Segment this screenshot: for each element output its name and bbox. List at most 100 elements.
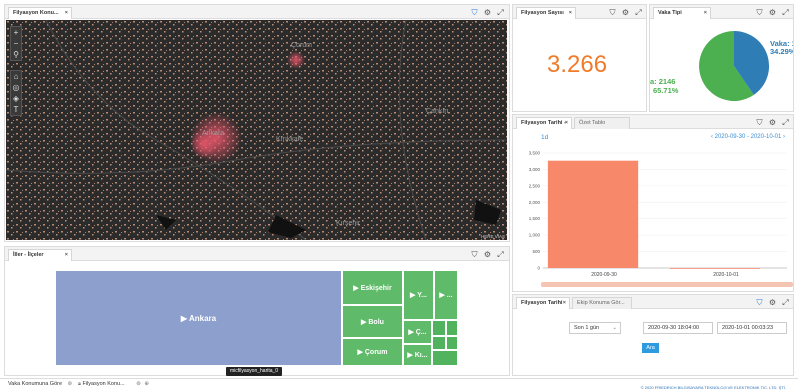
settings-icon[interactable]: ⊚: [68, 381, 73, 387]
copyright-text: © 2020 FRIEDRICH BILGISAYARA TEKNOLOJI V…: [640, 385, 786, 390]
expand-icon[interactable]: ⤢: [496, 8, 505, 17]
treemap-cell[interactable]: [433, 337, 445, 349]
map-filter-icon[interactable]: T: [11, 104, 21, 115]
tarih-tools: ⛉ ⚙ ⤢: [755, 117, 790, 127]
treemap-cell-bolu[interactable]: ▶ Bolu: [343, 306, 402, 337]
bar[interactable]: [547, 160, 639, 268]
filter-icon[interactable]: ⛉: [470, 8, 479, 17]
gear-icon[interactable]: ⚙: [483, 250, 492, 259]
expand-icon[interactable]: ⤢: [781, 118, 790, 127]
home-icon[interactable]: ⌂: [11, 71, 21, 82]
y-tick-label: 0: [537, 266, 540, 271]
treemap-cell[interactable]: [433, 321, 445, 335]
period-value: Son 1 gün: [574, 325, 600, 331]
tarih-tabbar: Filyasyon Tarihi - × Özet Tablo ⛉ ⚙ ⤢: [513, 115, 793, 129]
layers-icon[interactable]: ◈: [11, 93, 21, 104]
filter-icon[interactable]: ⛉: [755, 298, 764, 307]
tab-filyasyon-konum[interactable]: Filyasyon Konu... ×: [8, 7, 72, 19]
bottom-tab-filyasyon-konum[interactable]: 🔒︎ Filyasyon Konu... ⊚ ⊕: [78, 381, 149, 388]
locate-icon[interactable]: ◎: [11, 82, 21, 93]
treemap-cell[interactable]: ▶ Ç...: [404, 321, 431, 343]
granularity-label[interactable]: 1d: [541, 134, 548, 141]
map-tabbar: Filyasyon Konu... × ⛉ ⚙ ⤢: [5, 5, 509, 19]
map-tool-controls: ⌂ ◎ ◈ T: [10, 70, 22, 116]
vaka-panel: Vaka Tipi × ⛉ ⚙ ⤢ Vaka: 1 34.29% a: 2146…: [649, 4, 794, 112]
bottom-tab-label: Filyasyon Konu...: [82, 381, 125, 387]
gear-icon[interactable]: ⚙: [768, 298, 777, 307]
close-icon[interactable]: ×: [569, 8, 572, 19]
bottom-tab-label: Vaka Konumuna Göre: [8, 381, 63, 387]
close-icon[interactable]: ×: [563, 298, 566, 309]
expand-icon[interactable]: ⤢: [781, 8, 790, 17]
tab-filyasyon-sayisi[interactable]: Filyasyon Sayısı ×: [516, 7, 576, 19]
treemap-cell-corum[interactable]: ▶ Çorum: [343, 339, 402, 365]
tarih-panel: Filyasyon Tarihi - × Özet Tablo ⛉ ⚙ ⤢ 1d…: [512, 114, 794, 292]
lock-icon: 🔒︎: [78, 381, 81, 387]
filter-icon[interactable]: ⛉: [608, 8, 617, 17]
treemap-cell[interactable]: ▶ Y...: [404, 271, 433, 319]
ilceler-tools: ⛉ ⚙ ⤢: [470, 249, 505, 259]
map-tools: ⛉ ⚙ ⤢: [470, 7, 505, 17]
tab-label: Özet Tablo: [579, 120, 606, 126]
expand-icon[interactable]: ⤢: [781, 298, 790, 307]
tab-label: Ekip Konuma Gör...: [577, 300, 625, 306]
search-button[interactable]: Ara: [642, 343, 659, 353]
treemap-cell[interactable]: [447, 321, 457, 335]
close-icon[interactable]: ×: [65, 8, 68, 19]
y-tick-label: 3,000: [529, 167, 541, 172]
tab-filyasyon-tarihi[interactable]: Filyasyon Tarihi - ×: [516, 117, 572, 129]
filter-icon[interactable]: ⛉: [755, 118, 764, 127]
gear-icon[interactable]: ⚙: [768, 118, 777, 127]
gear-icon[interactable]: ⚙: [621, 8, 630, 17]
filter-icon[interactable]: ⛉: [470, 250, 479, 259]
gear-icon[interactable]: ⚙: [768, 8, 777, 17]
map-attribution: HERE VIAS: [480, 234, 505, 239]
bar[interactable]: [669, 268, 761, 269]
close-icon[interactable]: ×: [704, 8, 707, 19]
tab-ekip-konum[interactable]: Ekip Konuma Gör...: [572, 297, 632, 309]
tab-vaka-tipi[interactable]: Vaka Tipi ×: [653, 7, 711, 19]
expand-icon[interactable]: ⤢: [496, 250, 505, 259]
bar-chart: 0 500 1,000 1,500 2,000 2,500 3,000 3,500 2020-0…: [529, 151, 793, 287]
add-tab-icon[interactable]: ⊕: [144, 381, 149, 387]
settings-icon[interactable]: ⊚: [136, 381, 141, 387]
treemap-cell[interactable]: ▶ ...: [435, 271, 457, 319]
close-icon[interactable]: ×: [65, 250, 68, 261]
treemap-cell-ankara[interactable]: ▶ Ankara: [56, 271, 341, 365]
pie-pct-b: 65.71%: [653, 86, 679, 95]
x-tick-label: 2020-09-30: [591, 272, 617, 278]
zoom-in-icon[interactable]: +: [11, 27, 21, 38]
map-density-layer: [6, 20, 507, 240]
map-city-label: Kırıkkale: [276, 136, 304, 143]
filter-icon[interactable]: ⛉: [755, 8, 764, 17]
start-date-input[interactable]: [643, 322, 713, 334]
bottom-tab-vaka-konum[interactable]: Vaka Konumuna Göre ⊚: [8, 381, 72, 387]
tab-label: Filyasyon Tarihi -: [521, 120, 566, 126]
treemap-cell[interactable]: [447, 337, 457, 349]
gear-icon[interactable]: ⚙: [483, 8, 492, 17]
y-tick-label: 500: [532, 249, 540, 254]
close-icon[interactable]: ×: [565, 118, 568, 129]
vaka-tabbar: Vaka Tipi × ⛉ ⚙ ⤢: [650, 5, 793, 19]
sayisi-panel: Filyasyon Sayısı × ⛉ ⚙ ⤢ 3.266: [512, 4, 647, 112]
range-slider[interactable]: [541, 282, 793, 287]
y-tick-label: 2,500: [529, 183, 541, 188]
end-date-input[interactable]: [717, 322, 787, 334]
expand-icon[interactable]: ⤢: [634, 8, 643, 17]
treemap-cell-eskisehir[interactable]: ▶ Eskişehir: [343, 271, 402, 304]
map-canvas[interactable]: Çorum Ankara Kırıkkale Kırşehir Çankırı …: [6, 20, 507, 240]
tab-label: Vaka Tipi: [658, 10, 682, 16]
pin-icon[interactable]: ⚲: [11, 49, 21, 60]
tab-iller-ilceler[interactable]: İller - İlçeler ×: [8, 249, 72, 261]
bottom-tab-bar: Vaka Konumuna Göre ⊚ 🔒︎ Filyasyon Konu..…: [0, 378, 798, 390]
tab-filyasyon-tarihi[interactable]: Filyasyon Tarihi ×: [516, 297, 570, 309]
treemap-cell[interactable]: [433, 351, 457, 365]
zoom-out-icon[interactable]: −: [11, 38, 21, 49]
period-select[interactable]: Son 1 gün ⌄: [569, 322, 621, 334]
chevron-right-icon[interactable]: ›: [783, 134, 785, 140]
tab-ozet-tablo[interactable]: Özet Tablo: [574, 117, 630, 129]
treemap-cell[interactable]: ▶ Kı...: [404, 345, 431, 365]
date-range-nav[interactable]: ‹ 2020-09-30 - 2020-10-01 ›: [711, 134, 785, 140]
treemap-tooltip: micfilyasyon_harita_0: [226, 367, 283, 376]
map-city-label: Çorum: [291, 42, 313, 49]
